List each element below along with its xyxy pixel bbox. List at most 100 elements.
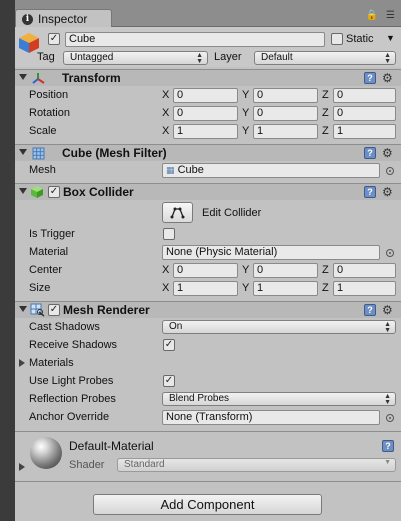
use-light-probes-checkbox[interactable]: ✓ (163, 375, 175, 387)
axis-x-label[interactable]: X (162, 125, 169, 138)
transform-title: Transform (62, 71, 121, 85)
fold-arrow-icon[interactable] (19, 149, 27, 155)
position-x-field[interactable]: 0 (173, 88, 238, 103)
tab-controls: 🔒 ☰ (366, 10, 395, 21)
scale-z-field[interactable]: 1 (333, 124, 396, 139)
cast-shadows-value: On (169, 321, 183, 332)
scale-x-field[interactable]: 1 (173, 124, 238, 139)
gear-icon[interactable]: ⚙ (382, 186, 393, 198)
mesh-renderer-header[interactable]: ✓ Mesh Renderer ? ⚙ (15, 301, 401, 318)
axis-z-label[interactable]: Z (322, 264, 329, 277)
axis-x-label[interactable]: X (162, 107, 169, 120)
mesh-renderer-icon (30, 303, 45, 317)
help-book-icon[interactable]: ? (364, 72, 376, 84)
axis-y-label[interactable]: Y (242, 107, 249, 120)
rotation-y-field[interactable]: 0 (253, 106, 318, 121)
tab-inspector[interactable]: i Inspector (15, 9, 112, 28)
center-x-field[interactable]: 0 (173, 263, 238, 278)
reflection-probes-label: Reflection Probes (29, 393, 116, 405)
physic-material-field[interactable]: None (Physic Material) (162, 245, 380, 260)
axis-y-label[interactable]: Y (242, 282, 249, 295)
axis-z-label[interactable]: Z (322, 125, 329, 138)
axis-y-label[interactable]: Y (242, 89, 249, 102)
fold-arrow-icon[interactable] (19, 188, 27, 194)
axis-z-label[interactable]: Z (322, 282, 329, 295)
static-dropdown-icon[interactable]: ▼ (386, 32, 395, 45)
axis-x-label[interactable]: X (162, 89, 169, 102)
material-expand-icon[interactable] (19, 463, 25, 471)
tag-dropdown[interactable]: Untagged ▲ ▼ (63, 51, 208, 65)
axis-z-label[interactable]: Z (322, 107, 329, 120)
static-label: Static (346, 33, 374, 45)
transform-header[interactable]: Transform ? ⚙ (15, 69, 401, 86)
position-y-field[interactable]: 0 (253, 88, 318, 103)
object-picker-icon[interactable] (386, 249, 394, 257)
box-collider-enabled-checkbox[interactable]: ✓ (48, 186, 60, 198)
edit-collider-button[interactable] (162, 202, 193, 223)
help-book-icon[interactable]: ? (364, 304, 376, 316)
fold-arrow-icon[interactable] (19, 74, 27, 80)
static-checkbox[interactable] (331, 33, 343, 45)
materials-expand-icon[interactable] (19, 359, 25, 367)
edit-collider-icon (170, 207, 185, 219)
inspector-panel: ✓ Cube Static ▼ Tag Untagged ▲ ▼ Layer De… (15, 27, 401, 521)
cast-shadows-dropdown[interactable]: On ▲ ▼ (162, 320, 396, 334)
material-preview-sphere (30, 437, 62, 469)
materials-label[interactable]: Materials (29, 357, 74, 370)
mesh-grid-icon: ▦ (166, 165, 175, 175)
mesh-renderer-enabled-checkbox[interactable]: ✓ (48, 304, 60, 316)
lock-icon[interactable]: 🔒 (366, 10, 378, 21)
fold-arrow-icon[interactable] (19, 306, 27, 312)
shader-value: Standard (124, 459, 165, 470)
footer-separator (15, 481, 401, 482)
material-label: Material (29, 246, 69, 258)
help-book-icon[interactable]: ? (364, 147, 376, 159)
size-x-field[interactable]: 1 (173, 281, 238, 296)
shader-dropdown[interactable]: Standard ▼ (117, 458, 396, 472)
object-name-field[interactable]: Cube (65, 32, 325, 47)
is-trigger-label: Is Trigger (29, 228, 75, 240)
is-trigger-checkbox[interactable] (163, 228, 175, 240)
mesh-filter-header[interactable]: Cube (Mesh Filter) ? ⚙ (15, 144, 401, 161)
rotation-x-field[interactable]: 0 (173, 106, 238, 121)
menu-icon[interactable]: ☰ (386, 10, 395, 21)
position-z-field[interactable]: 0 (333, 88, 396, 103)
edit-collider-label: Edit Collider (202, 207, 262, 219)
box-collider-header[interactable]: ✓ Box Collider ? ⚙ (15, 183, 401, 200)
use-light-probes-label: Use Light Probes (29, 375, 114, 387)
gear-icon[interactable]: ⚙ (382, 147, 393, 159)
gear-icon[interactable]: ⚙ (382, 304, 393, 316)
help-book-icon[interactable]: ? (382, 440, 394, 452)
rotation-label: Rotation (29, 107, 70, 119)
axis-y-label[interactable]: Y (242, 125, 249, 138)
help-book-icon[interactable]: ? (364, 186, 376, 198)
size-y-field[interactable]: 1 (253, 281, 318, 296)
center-y-field[interactable]: 0 (253, 263, 318, 278)
info-icon: i (22, 13, 33, 25)
object-picker-icon[interactable] (386, 167, 394, 175)
rotation-z-field[interactable]: 0 (333, 106, 396, 121)
axis-y-label[interactable]: Y (242, 264, 249, 277)
dropdown-arrows-icon: ▲ ▼ (384, 393, 391, 406)
anchor-override-field[interactable]: None (Transform) (162, 410, 380, 425)
mesh-renderer-title: Mesh Renderer (63, 303, 150, 317)
layer-value: Default (261, 52, 293, 63)
dropdown-arrows-icon: ▲ ▼ (384, 52, 391, 65)
size-z-field[interactable]: 1 (333, 281, 396, 296)
gear-icon[interactable]: ⚙ (382, 72, 393, 84)
axis-x-label[interactable]: X (162, 282, 169, 295)
layer-label: Layer (214, 51, 242, 63)
reflection-probes-dropdown[interactable]: Blend Probes ▲ ▼ (162, 392, 396, 406)
anchor-override-label: Anchor Override (29, 411, 110, 423)
active-checkbox[interactable]: ✓ (48, 33, 60, 45)
receive-shadows-checkbox[interactable]: ✓ (163, 339, 175, 351)
center-z-field[interactable]: 0 (333, 263, 396, 278)
object-picker-icon[interactable] (386, 414, 394, 422)
layer-dropdown[interactable]: Default ▲ ▼ (254, 51, 396, 65)
mesh-object-field[interactable]: ▦ Cube (162, 163, 380, 178)
add-component-button[interactable]: Add Component (93, 494, 322, 515)
dropdown-arrows-icon: ▼ (384, 459, 391, 466)
scale-y-field[interactable]: 1 (253, 124, 318, 139)
axis-z-label[interactable]: Z (322, 89, 329, 102)
axis-x-label[interactable]: X (162, 264, 169, 277)
